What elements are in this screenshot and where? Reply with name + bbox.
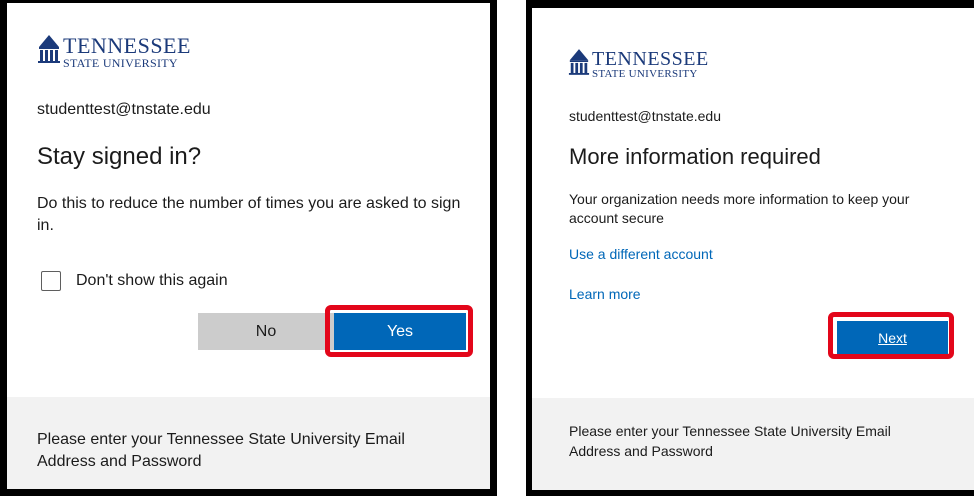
- logo-line2: STATE UNIVERSITY: [592, 68, 698, 80]
- stay-signed-in-panel: TENNESSEE STATE UNIVERSITY studenttest@t…: [0, 0, 497, 496]
- footer: Please enter your Tennessee State Univer…: [7, 397, 490, 489]
- footer-text: Please enter your Tennessee State Univer…: [569, 423, 891, 459]
- tsu-logo: TENNESSEE STATE UNIVERSITY: [37, 35, 191, 69]
- tsu-building-icon: [568, 49, 590, 75]
- learn-more-link[interactable]: Learn more: [569, 286, 641, 302]
- logo-wordmark: TENNESSEE STATE UNIVERSITY: [63, 33, 191, 70]
- use-different-account-link[interactable]: Use a different account: [569, 246, 713, 262]
- account-email: studenttest@tnstate.edu: [569, 108, 721, 124]
- dont-show-again-checkbox[interactable]: [41, 271, 61, 291]
- more-info-required-panel: TENNESSEE STATE UNIVERSITY studenttest@t…: [526, 0, 974, 496]
- page-title: More information required: [569, 144, 821, 169]
- footer: Please enter your Tennessee State Univer…: [532, 398, 974, 490]
- dont-show-again-label: Don't show this again: [76, 272, 228, 289]
- page-title: Stay signed in?: [37, 143, 202, 170]
- page-description: Your organization needs more information…: [569, 191, 910, 226]
- logo-line1: TENNESSEE: [592, 48, 709, 70]
- logo-line1: TENNESSEE: [63, 33, 191, 58]
- page-description: Do this to reduce the number of times yo…: [37, 195, 461, 234]
- footer-text: Please enter your Tennessee State Univer…: [37, 431, 405, 471]
- next-button-highlight: [828, 312, 954, 359]
- account-email: studenttest@tnstate.edu: [37, 101, 211, 118]
- tsu-logo: TENNESSEE STATE UNIVERSITY: [568, 49, 709, 80]
- dont-show-again-row[interactable]: Don't show this again: [41, 271, 228, 291]
- yes-button-highlight: [325, 305, 473, 357]
- logo-line2: STATE UNIVERSITY: [63, 56, 178, 70]
- logo-wordmark: TENNESSEE STATE UNIVERSITY: [592, 49, 709, 80]
- tsu-building-icon: [38, 35, 60, 63]
- no-button[interactable]: No: [198, 313, 334, 350]
